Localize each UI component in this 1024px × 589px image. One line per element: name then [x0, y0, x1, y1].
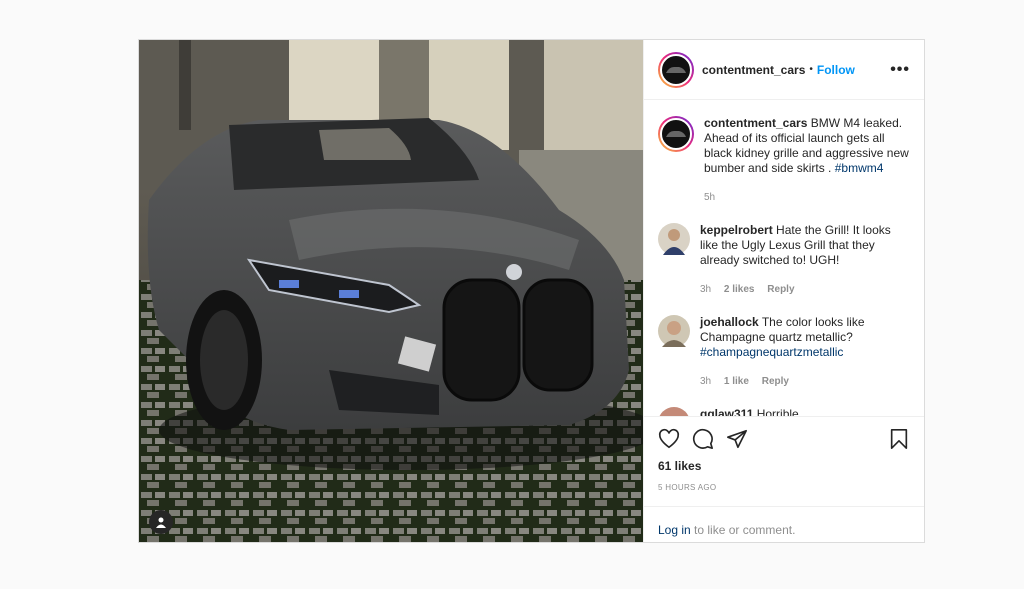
profile-photo-icon [663, 229, 685, 255]
login-text: to like or comment. [690, 523, 796, 537]
login-prompt: Log in to like or comment. [644, 506, 924, 537]
comment-username[interactable]: keppelrobert [700, 223, 773, 237]
comment-username[interactable]: joehallock [700, 315, 759, 329]
car-logo-icon [666, 131, 686, 137]
post-header: contentment_cars • Follow ••• [644, 40, 924, 100]
post-username[interactable]: contentment_cars [702, 63, 805, 77]
follow-button[interactable]: Follow [817, 63, 855, 77]
separator-dot: • [809, 64, 813, 75]
comment-username[interactable]: gglaw311 [700, 407, 753, 416]
comment-icon[interactable] [692, 428, 714, 450]
user-tag-icon [156, 517, 166, 528]
post-photo[interactable] [139, 40, 643, 542]
caption-hashtag[interactable]: #bmwm4 [835, 161, 884, 175]
post-sidebar: contentment_cars • Follow ••• contentmen… [643, 40, 924, 542]
post-actions: 61 likes 5 HOURS AGO Log in to like or c… [644, 416, 924, 542]
reply-button[interactable]: Reply [762, 376, 789, 387]
instagram-post: contentment_cars • Follow ••• contentmen… [138, 39, 925, 543]
comment-likes[interactable]: 1 like [724, 376, 749, 387]
user-tag-button[interactable] [149, 510, 173, 534]
comment-likes[interactable]: 2 likes [724, 284, 755, 295]
car-photo [139, 40, 643, 542]
reply-button[interactable]: Reply [767, 284, 794, 295]
comment-time[interactable]: 3h [700, 284, 711, 295]
avatar[interactable] [658, 407, 690, 416]
comments-list[interactable]: contentment_cars BMW M4 leaked. Ahead of… [644, 100, 924, 416]
caption: contentment_cars BMW M4 leaked. Ahead of… [658, 116, 910, 205]
bookmark-icon[interactable] [888, 428, 910, 450]
comment-item: keppelrobert Hate the Grill! It looks li… [658, 223, 910, 297]
car-logo-icon [666, 66, 686, 73]
avatar[interactable] [658, 315, 690, 347]
share-icon[interactable] [726, 428, 748, 450]
caption-username[interactable]: contentment_cars [704, 116, 807, 130]
comment-hashtag[interactable]: #champagnequartzmetallic [700, 345, 843, 359]
login-link[interactable]: Log in [658, 523, 691, 537]
profile-photo-icon [662, 321, 686, 347]
avatar[interactable] [658, 223, 690, 255]
avatar[interactable] [658, 51, 694, 88]
comment-text: Horrible [756, 407, 799, 416]
heart-icon[interactable] [658, 428, 680, 450]
more-options-button[interactable]: ••• [890, 61, 910, 79]
comment-item: joehallock The color looks like Champagn… [658, 315, 910, 389]
caption-time[interactable]: 5h [704, 192, 715, 203]
post-time[interactable]: 5 HOURS AGO [658, 483, 910, 492]
avatar[interactable] [658, 116, 694, 152]
likes-count[interactable]: 61 likes [658, 459, 910, 473]
comment-time[interactable]: 3h [700, 376, 711, 387]
comment-item: gglaw311 Horrible [658, 407, 910, 416]
